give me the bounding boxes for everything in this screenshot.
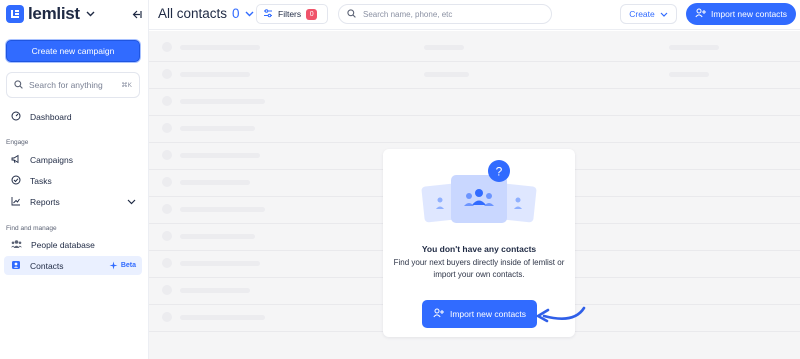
check-circle-icon <box>11 172 21 190</box>
placeholder-bar <box>180 315 265 320</box>
placeholder-bar <box>180 99 265 104</box>
filters-count-badge: 0 <box>306 8 318 20</box>
search-icon <box>14 76 23 94</box>
search-placeholder: Search name, phone, etc <box>363 9 453 19</box>
sidebar-item-contacts[interactable]: Contacts Beta <box>4 256 142 275</box>
page-title-text: All contacts <box>158 6 228 21</box>
filters-button[interactable]: Filters 0 <box>256 4 328 24</box>
question-mark-glyph: ? <box>496 165 503 179</box>
sidebar-item-label: Tasks <box>30 175 52 186</box>
placeholder-avatar <box>162 96 172 106</box>
brand-switcher[interactable]: lemlist <box>6 4 95 23</box>
placeholder-bar <box>180 180 250 185</box>
placeholder-bar <box>424 72 469 77</box>
sparkle-icon <box>109 257 118 275</box>
sidebar-item-dashboard[interactable]: Dashboard <box>4 107 142 126</box>
import-contacts-label: Import new contacts <box>710 9 788 19</box>
import-contacts-cta-label: Import new contacts <box>449 309 527 319</box>
people-icon <box>11 236 22 254</box>
sidebar-item-label: Contacts <box>30 260 64 271</box>
placeholder-bar <box>180 234 255 239</box>
placeholder-bar <box>180 261 260 266</box>
placeholder-avatar <box>162 42 172 52</box>
contact-card-icon <box>11 257 21 275</box>
chevron-down-icon[interactable] <box>127 199 136 205</box>
placeholder-avatar <box>162 123 172 133</box>
import-contacts-cta-button[interactable]: Import new contacts <box>422 300 537 328</box>
top-bar: All contacts 0 Filters 0 Search name, ph… <box>149 0 800 30</box>
table-row-divider <box>149 88 800 89</box>
collapse-sidebar-icon[interactable] <box>129 7 143 21</box>
sliders-icon <box>263 8 273 20</box>
section-find-manage: Find and manage <box>6 225 57 232</box>
placeholder-avatar <box>162 285 172 295</box>
megaphone-icon <box>11 151 21 169</box>
beta-label: Beta <box>120 262 136 269</box>
sidebar: lemlist Create new campaign Search for a… <box>0 0 149 359</box>
create-label: Create <box>629 9 655 19</box>
create-campaign-button[interactable]: Create new campaign <box>6 40 140 62</box>
placeholder-bar <box>180 72 250 77</box>
search-shortcut: ⌘K <box>121 82 132 89</box>
empty-state-description: Find your next buyers directly inside of… <box>393 258 565 279</box>
global-search-input[interactable]: Search for anything ⌘K <box>6 72 140 98</box>
placeholder-bar <box>424 45 464 50</box>
placeholder-avatar <box>162 258 172 268</box>
placeholder-avatar <box>162 150 172 160</box>
placeholder-avatar <box>162 177 172 187</box>
placeholder-bar <box>669 72 709 77</box>
contacts-search-input[interactable]: Search name, phone, etc <box>338 4 552 24</box>
sidebar-item-reports[interactable]: Reports <box>4 192 142 211</box>
empty-state-title: You don't have any contacts <box>421 244 537 254</box>
placeholder-bar <box>180 153 260 158</box>
placeholder-avatar <box>162 204 172 214</box>
search-icon <box>347 5 356 23</box>
sidebar-item-label: People database <box>31 239 95 250</box>
placeholder-avatar <box>162 69 172 79</box>
sidebar-item-label: Campaigns <box>30 154 73 165</box>
contacts-illustration-icon: ? <box>421 160 537 223</box>
sidebar-item-label: Dashboard <box>30 111 72 122</box>
page-title[interactable]: All contacts 0 <box>158 6 254 21</box>
table-row-divider <box>149 142 800 143</box>
chart-line-icon <box>11 193 21 211</box>
chevron-down-icon <box>86 11 95 17</box>
user-plus-icon <box>433 308 444 320</box>
search-placeholder: Search for anything <box>29 80 103 90</box>
placeholder-avatar <box>162 231 172 241</box>
user-plus-icon <box>695 8 706 20</box>
dashboard-icon <box>11 108 21 126</box>
placeholder-bar <box>180 288 250 293</box>
placeholder-bar <box>180 45 260 50</box>
lemlist-logo-icon <box>6 5 24 23</box>
filters-label: Filters <box>278 9 302 19</box>
placeholder-bar <box>180 207 265 212</box>
table-row-divider <box>149 115 800 116</box>
section-engage: Engage <box>6 139 29 146</box>
sidebar-item-campaigns[interactable]: Campaigns <box>4 150 142 169</box>
placeholder-bar <box>180 126 255 131</box>
sidebar-item-label: Reports <box>30 196 60 207</box>
sidebar-item-tasks[interactable]: Tasks <box>4 171 142 190</box>
chevron-down-icon <box>245 11 254 17</box>
import-contacts-button[interactable]: Import new contacts <box>686 3 796 25</box>
create-dropdown[interactable]: Create <box>620 4 677 24</box>
beta-tag: Beta <box>109 257 136 275</box>
chevron-down-icon <box>660 12 668 17</box>
placeholder-bar <box>669 45 719 50</box>
placeholder-avatar <box>162 312 172 322</box>
table-row-divider <box>149 61 800 62</box>
brand-name: lemlist <box>28 4 80 23</box>
sidebar-item-people-database[interactable]: People database <box>4 235 142 254</box>
contacts-count: 0 <box>232 6 240 21</box>
pointer-arrow-icon <box>536 306 586 323</box>
